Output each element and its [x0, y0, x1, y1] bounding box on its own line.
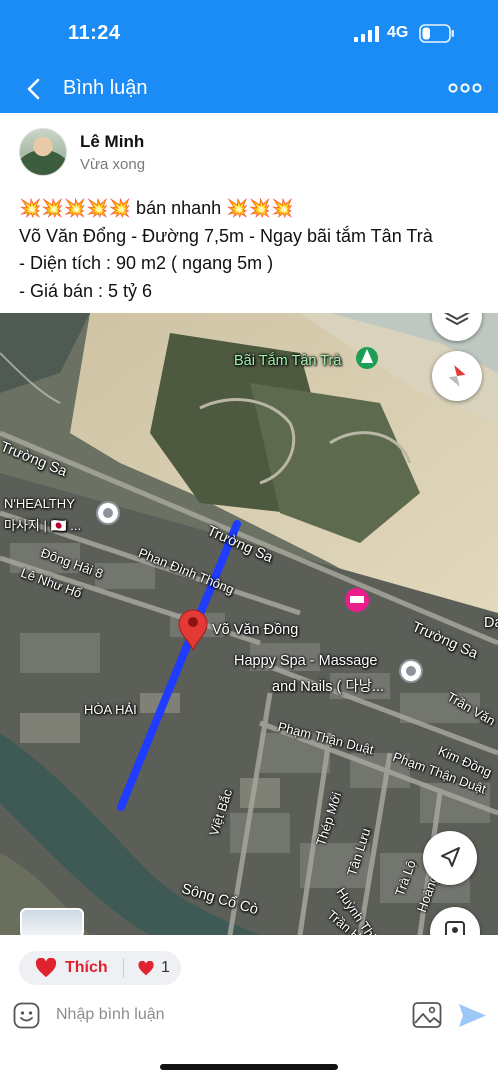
heart-icon: [35, 958, 57, 978]
navigate-button[interactable]: [423, 831, 477, 885]
layers-icon: [443, 313, 471, 326]
post-line: - Giá bán : 5 tỷ 6: [19, 280, 153, 301]
post-line: Võ Văn Đổng - Đường 7,5m - Ngay bãi tắm …: [19, 225, 433, 246]
photo-thumbnail[interactable]: [20, 908, 84, 935]
home-indicator: [160, 1064, 338, 1070]
send-icon[interactable]: [457, 1002, 487, 1029]
screen: 11:24 4G Bình luận Lê Minh Vừa xong 💥💥💥💥…: [0, 0, 498, 1080]
post-content: 💥💥💥💥💥 bán nhanh 💥💥💥 Võ Văn Đổng - Đường …: [19, 195, 489, 305]
scan-icon: [445, 921, 465, 935]
compass-icon: [448, 365, 466, 387]
post: Lê Minh Vừa xong 💥💥💥💥💥 bán nhanh 💥💥💥 Võ …: [0, 113, 498, 935]
reaction-count[interactable]: 1: [161, 959, 170, 977]
map-label-area: HÒA HẢI: [84, 702, 137, 717]
map-label-street: Võ Văn Đồng: [212, 622, 299, 638]
map-label-place: and Nails ( 다낭...: [272, 679, 385, 695]
divider: [123, 958, 124, 978]
post-time: Vừa xong: [80, 156, 146, 173]
map-image[interactable]: Bãi Tắm Tân Trà Trường Sa Trường Sa Trườ…: [0, 313, 498, 935]
map-label-beach: Bãi Tắm Tân Trà: [234, 353, 342, 369]
map-label-road: Da: [484, 615, 498, 631]
layers-button[interactable]: [432, 313, 482, 341]
map-label-place: N'HEALTHY: [4, 496, 75, 511]
more-options-button[interactable]: [448, 78, 482, 98]
header: Bình luận: [0, 66, 498, 113]
like-label: Thích: [65, 959, 108, 976]
network-type: 4G: [387, 24, 409, 41]
page-title: Bình luận: [63, 77, 148, 99]
smiley-icon[interactable]: [13, 1002, 40, 1029]
comment-input[interactable]: [50, 999, 390, 1031]
author-name[interactable]: Lê Minh: [80, 132, 144, 152]
status-bar: 11:24 4G: [0, 0, 498, 66]
hotel-marker: [345, 588, 369, 612]
beach-marker: [356, 347, 378, 369]
battery-icon: [419, 24, 454, 43]
post-line: 💥💥💥💥💥 bán nhanh 💥💥💥: [19, 198, 294, 218]
heart-icon: [138, 961, 154, 976]
post-line: - Diện tích : 90 m2 ( ngang 5m ): [19, 253, 274, 273]
image-icon[interactable]: [412, 1001, 442, 1029]
reaction-bar: Thích 1: [0, 935, 498, 991]
map-label-place: 마사지 | 🇯🇵 ...: [4, 518, 82, 533]
navigate-icon: [441, 847, 460, 867]
place-marker-nhealthy: [96, 501, 120, 525]
like-button[interactable]: Thích 1: [19, 951, 181, 985]
scan-button[interactable]: [430, 907, 480, 935]
map-label-place: Happy Spa - Massage: [234, 653, 378, 669]
back-button[interactable]: [20, 74, 48, 104]
status-time: 11:24: [68, 22, 121, 44]
avatar[interactable]: [19, 128, 67, 176]
signal-icon: [354, 26, 379, 42]
top-bar: 11:24 4G Bình luận: [0, 0, 498, 113]
comment-bar: [0, 991, 498, 1041]
place-marker-happy-spa: [399, 659, 423, 683]
compass-button[interactable]: [432, 351, 482, 401]
